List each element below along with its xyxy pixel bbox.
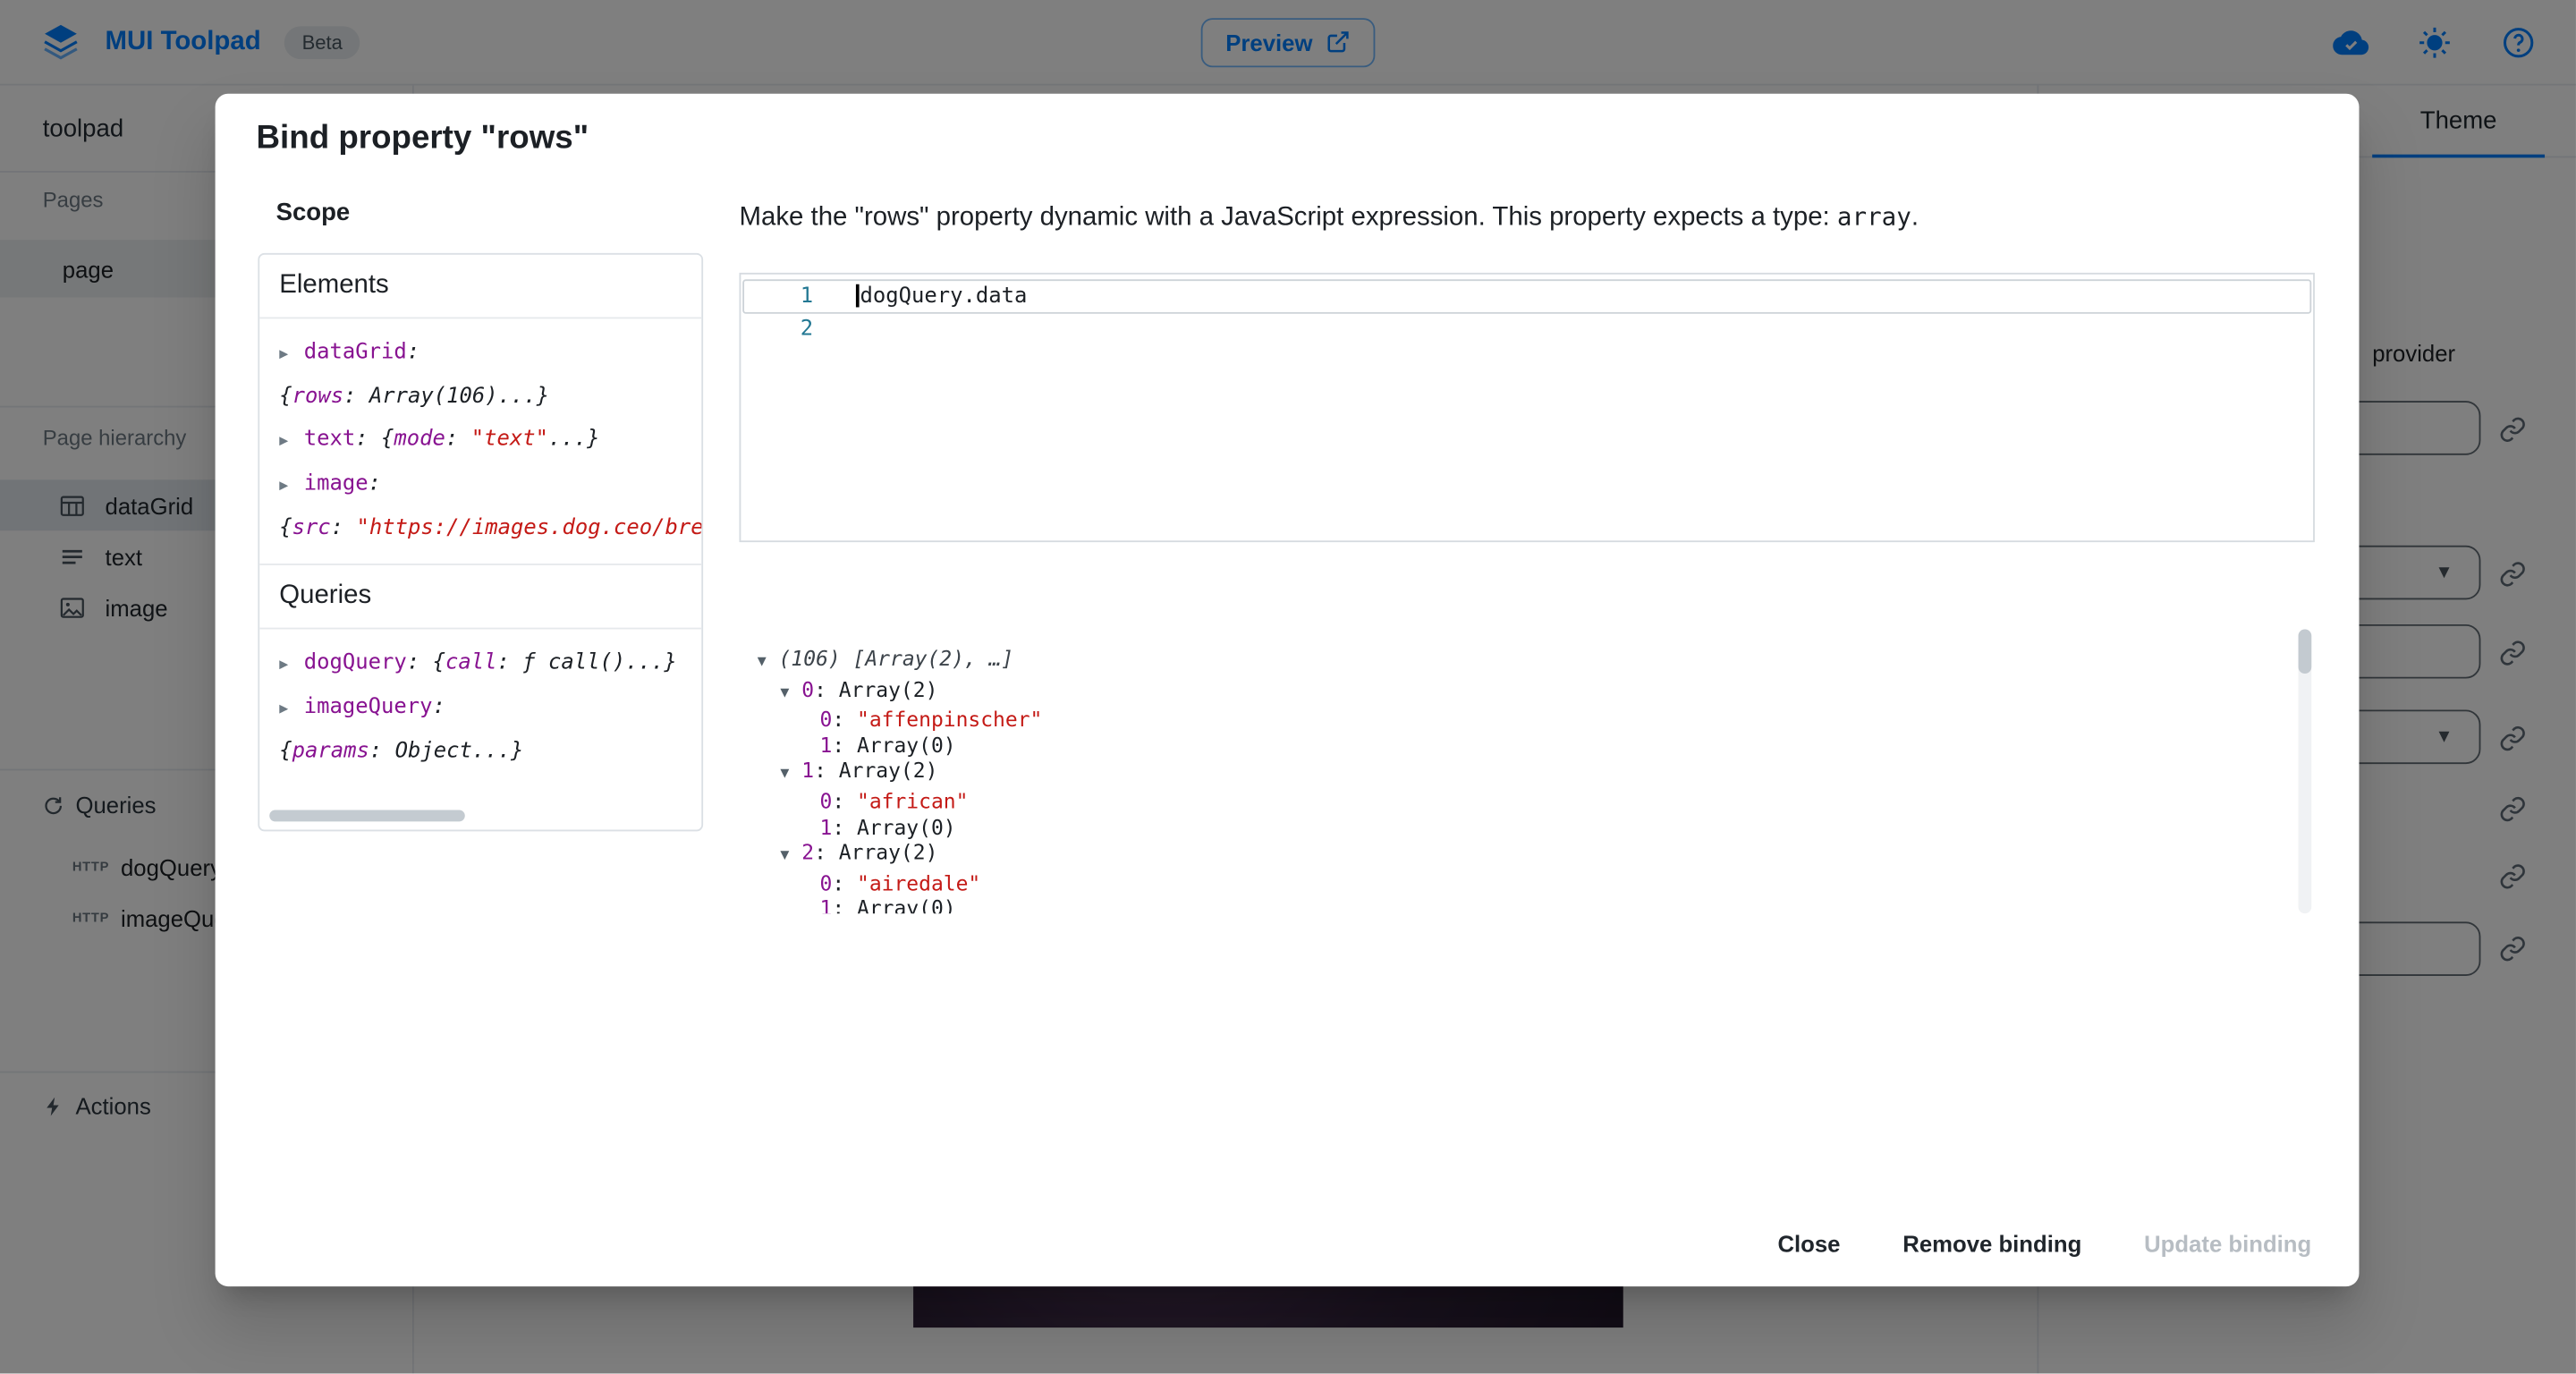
scope-entry-dogQuery[interactable]: ▶dogQuery: {call: ƒ call()...} [279, 642, 682, 687]
expand-arrow-icon[interactable]: ▼ [780, 763, 801, 789]
scope-queries-list: ▶dogQuery: {call: ƒ call()...}▶imageQuer… [259, 629, 701, 786]
bind-property-dialog: Bind property "rows" Scope Elements ▶dat… [216, 94, 2360, 1286]
scope-object-name: dogQuery [304, 650, 407, 675]
close-button[interactable]: Close [1761, 1217, 1857, 1270]
tree-value: Array(2) [839, 676, 938, 701]
object-tree: ▼(106) [Array(2), …]▼0: Array(2)0: "affe… [740, 629, 2315, 913]
tree-row[interactable]: ▼1: Array(2) [740, 758, 2315, 788]
vertical-scrollbar[interactable] [2299, 629, 2312, 913]
expand-arrow-icon[interactable]: ▶ [279, 644, 304, 687]
tree-key: 0 [820, 789, 833, 814]
tree-value: (106) [Array(2), …] [779, 646, 1014, 671]
tree-row: 1: Array(0) [740, 814, 2315, 840]
update-binding-button: Update binding [2128, 1217, 2328, 1270]
expected-type: array [1837, 202, 1911, 232]
scope-label: Scope [276, 199, 351, 226]
expand-arrow-icon[interactable]: ▶ [279, 465, 304, 508]
app-root: MUI Toolpad Beta Preview toolpad Pages p… [0, 0, 2576, 1373]
remove-binding-button[interactable]: Remove binding [1886, 1217, 2098, 1270]
line-number: 2 [741, 317, 813, 342]
tree-key: 2 [801, 840, 814, 865]
tree-value: Array(2) [839, 840, 938, 865]
expand-arrow-icon[interactable]: ▶ [279, 689, 304, 732]
expand-arrow-icon[interactable]: ▶ [279, 334, 304, 377]
expression-result-preview: ▼(106) [Array(2), …]▼0: Array(2)0: "affe… [740, 629, 2315, 913]
tree-value: Array(0) [857, 896, 956, 914]
tree-value: Array(0) [857, 814, 956, 839]
tree-key: 1 [820, 814, 833, 839]
tree-row: 0: "affenpinscher" [740, 707, 2315, 733]
scope-entry-text[interactable]: ▶text: {mode: "text"...} [279, 419, 682, 463]
tree-row: 1: Array(0) [740, 896, 2315, 914]
tree-row[interactable]: ▼(106) [Array(2), …] [740, 646, 2315, 676]
expand-arrow-icon[interactable]: ▼ [758, 650, 779, 676]
scope-object-name: text [304, 428, 356, 453]
scrollbar-thumb[interactable] [2299, 629, 2312, 674]
expand-arrow-icon[interactable]: ▼ [780, 844, 801, 870]
tree-key: 1 [801, 758, 814, 783]
tree-key: 0 [820, 870, 833, 895]
scope-object-name: dataGrid [304, 340, 407, 365]
tree-value: "affenpinscher" [857, 707, 1042, 732]
scope-entry-imageQuery[interactable]: ▶imageQuery:{params: Object...} [279, 687, 682, 774]
tree-value: Array(0) [857, 733, 956, 758]
scope-entry-dataGrid[interactable]: ▶dataGrid:{rows: Array(106)...} [279, 332, 682, 419]
tree-value: "airedale" [857, 870, 980, 895]
tree-key: 1 [820, 733, 833, 758]
tree-value: Array(2) [839, 758, 938, 783]
instruction-text: Make the "rows" property dynamic with a … [740, 204, 1837, 232]
binding-instruction: Make the "rows" property dynamic with a … [740, 202, 2284, 233]
expand-arrow-icon[interactable]: ▶ [279, 420, 304, 463]
tree-key: 0 [820, 707, 833, 732]
scope-object-name: image [304, 471, 369, 496]
tree-row: 1: Array(0) [740, 733, 2315, 759]
instruction-period: . [1911, 204, 1919, 232]
tree-value: "african" [857, 789, 968, 814]
scope-queries-header: Queries [259, 564, 701, 629]
tree-key: 0 [801, 676, 814, 701]
tree-row[interactable]: ▼2: Array(2) [740, 840, 2315, 870]
scope-object-name: imageQuery [304, 695, 433, 720]
tree-key: 1 [820, 896, 833, 914]
dialog-title: Bind property "rows" [257, 120, 589, 157]
editor-line-2[interactable]: 2 [741, 312, 2313, 345]
tree-row: 0: "african" [740, 789, 2315, 815]
dialog-footer: Close Remove binding Update binding [1761, 1217, 2328, 1270]
active-line-highlight [742, 279, 2311, 314]
scope-elements-list: ▶dataGrid:{rows: Array(106)...}▶text: {m… [259, 318, 701, 564]
scope-elements-header: Elements [259, 255, 701, 319]
tree-row: 0: "airedale" [740, 870, 2315, 896]
scope-panel: Elements ▶dataGrid:{rows: Array(106)...}… [258, 253, 703, 832]
scope-entry-image[interactable]: ▶image:{src: "https://images.dog.ceo/bre [279, 463, 682, 550]
code-editor[interactable]: 1dogQuery.data2 [740, 273, 2315, 542]
expand-arrow-icon[interactable]: ▼ [780, 681, 801, 707]
horizontal-scrollbar[interactable] [269, 810, 465, 821]
tree-row[interactable]: ▼0: Array(2) [740, 676, 2315, 707]
